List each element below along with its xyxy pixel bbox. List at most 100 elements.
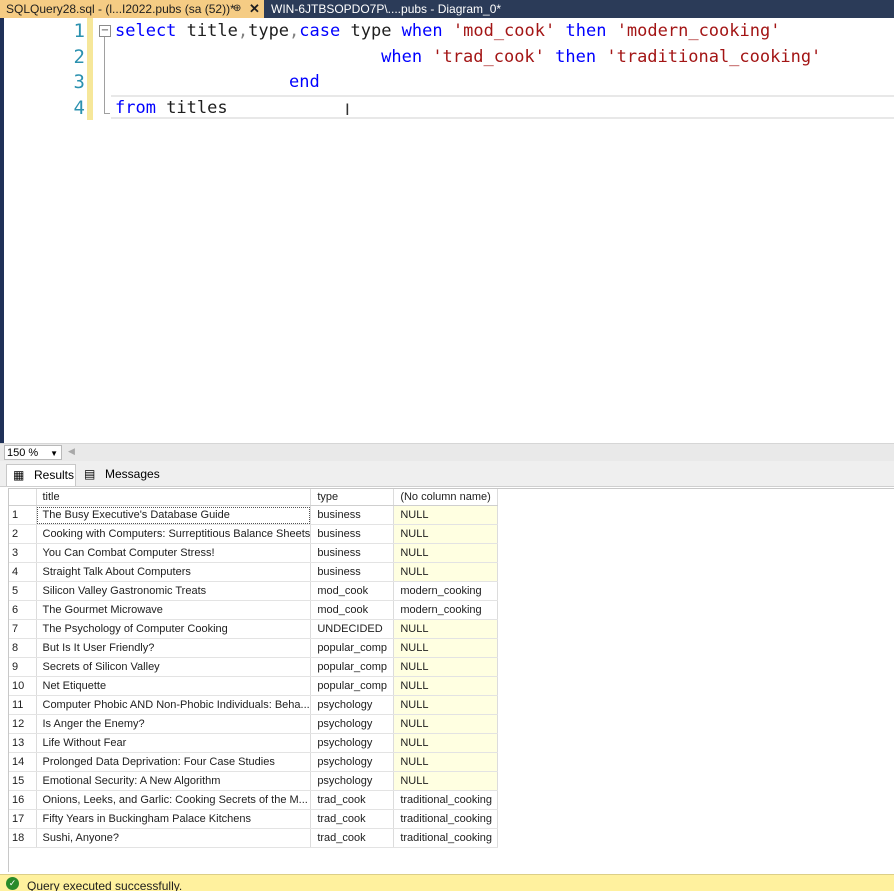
cell-type[interactable]: psychology	[310, 695, 395, 715]
collapse-icon[interactable]: −	[99, 25, 111, 37]
cell-title[interactable]: Silicon Valley Gastronomic Treats	[36, 581, 312, 601]
cell-type[interactable]: mod_cook	[310, 581, 395, 601]
cell-no-column-name[interactable]: NULL	[393, 524, 499, 544]
table-row[interactable]: 2 Cooking with Computers: Surreptitious B…	[8, 524, 499, 544]
table-row[interactable]: 10 Net Etiquette popular_comp NULL	[8, 676, 499, 696]
cell-title[interactable]: Computer Phobic AND Non-Phobic Individua…	[36, 695, 312, 715]
cell-title[interactable]: Cooking with Computers: Surreptitious Ba…	[36, 524, 312, 544]
cell-type[interactable]: business	[310, 543, 395, 563]
cell-type[interactable]: business	[310, 505, 395, 525]
cell-title[interactable]: Life Without Fear	[36, 733, 312, 753]
cell-no-column-name[interactable]: NULL	[393, 695, 499, 715]
cell-no-column-name[interactable]: NULL	[393, 505, 499, 525]
cell-no-column-name[interactable]: NULL	[393, 714, 499, 734]
tab-sqlquery28[interactable]: SQLQuery28.sql - (l...I2022.pubs (sa (52…	[0, 0, 264, 18]
cell-type[interactable]: psychology	[310, 752, 395, 772]
cell-type[interactable]: trad_cook	[310, 828, 395, 848]
table-row[interactable]: 4 Straight Talk About Computers business NU…	[8, 562, 499, 582]
table-row[interactable]: 9 Secrets of Silicon Valley popular_comp NU…	[8, 657, 499, 677]
cell-type[interactable]: popular_comp	[310, 657, 395, 677]
tab-messages[interactable]: ▤ Messages	[78, 464, 160, 485]
cell-title[interactable]: Sushi, Anyone?	[36, 828, 312, 848]
row-number[interactable]: 17	[8, 809, 37, 829]
row-number[interactable]: 9	[8, 657, 37, 677]
table-row[interactable]: 17 Fifty Years in Buckingham Palace Kitch…	[8, 809, 499, 829]
table-row[interactable]: 3 You Can Combat Computer Stress! business…	[8, 543, 499, 563]
table-row[interactable]: 8 But Is It User Friendly? popular_comp NUL…	[8, 638, 499, 658]
table-row[interactable]: 6 The Gourmet Microwave mod_cook modern_coo…	[8, 600, 499, 620]
table-row[interactable]: 15 Emotional Security: A New Algorithm psy…	[8, 771, 499, 791]
cell-no-column-name[interactable]: NULL	[393, 771, 499, 791]
cell-no-column-name[interactable]: NULL	[393, 619, 499, 639]
row-number[interactable]: 5	[8, 581, 37, 601]
row-number[interactable]: 1	[8, 505, 37, 525]
pin-icon[interactable]: ⊕	[233, 0, 241, 18]
cell-title[interactable]: Straight Talk About Computers	[36, 562, 312, 582]
cell-title[interactable]: The Gourmet Microwave	[36, 600, 312, 620]
row-number[interactable]: 15	[8, 771, 37, 791]
results-grid[interactable]: title type (No column name) 1 The Busy Ex…	[8, 488, 499, 848]
cell-title[interactable]: You Can Combat Computer Stress!	[36, 543, 312, 563]
row-number[interactable]: 10	[8, 676, 37, 696]
cell-type[interactable]: trad_cook	[310, 809, 395, 829]
cell-title[interactable]: Net Etiquette	[36, 676, 312, 696]
row-number[interactable]: 3	[8, 543, 37, 563]
cell-type[interactable]: business	[310, 524, 395, 544]
column-header-no-column-name[interactable]: (No column name)	[393, 488, 499, 506]
row-number[interactable]: 4	[8, 562, 37, 582]
cell-no-column-name[interactable]: traditional_cooking	[393, 828, 499, 848]
cell-type[interactable]: UNDECIDED	[310, 619, 395, 639]
row-number[interactable]: 18	[8, 828, 37, 848]
code-line-1[interactable]: select title,type,case type when 'mod_co…	[115, 21, 780, 41]
cell-title[interactable]: Fifty Years in Buckingham Palace Kitchen…	[36, 809, 312, 829]
cell-title[interactable]: Prolonged Data Deprivation: Four Case St…	[36, 752, 312, 772]
table-row[interactable]: 11 Computer Phobic AND Non-Phobic Individ…	[8, 695, 499, 715]
code-line-4[interactable]: from titles	[115, 98, 228, 118]
row-number[interactable]: 12	[8, 714, 37, 734]
code-line-2[interactable]: when 'trad_cook' then 'traditional_cooki…	[115, 47, 821, 67]
row-number[interactable]: 2	[8, 524, 37, 544]
cell-no-column-name[interactable]: NULL	[393, 657, 499, 677]
query-editor[interactable]: 1 2 3 4 − select title,type,case type wh…	[0, 18, 894, 443]
row-number[interactable]: 14	[8, 752, 37, 772]
close-icon[interactable]: ✕	[249, 0, 260, 18]
cell-type[interactable]: trad_cook	[310, 790, 395, 810]
cell-type[interactable]: popular_comp	[310, 676, 395, 696]
row-number[interactable]: 13	[8, 733, 37, 753]
scroll-left-icon[interactable]: ◀	[68, 446, 75, 457]
code-line-3[interactable]: end	[115, 72, 320, 92]
tab-diagram[interactable]: WIN-6JTBSOPDO7P\....pubs - Diagram_0*	[266, 0, 501, 18]
cell-type[interactable]: mod_cook	[310, 600, 395, 620]
table-row[interactable]: 5 Silicon Valley Gastronomic Treats mod_co…	[8, 581, 499, 601]
table-row[interactable]: 13 Life Without Fear psychology NULL	[8, 733, 499, 753]
table-row[interactable]: 12 Is Anger the Enemy? psychology NULL	[8, 714, 499, 734]
cell-title[interactable]: Emotional Security: A New Algorithm	[36, 771, 312, 791]
cell-no-column-name[interactable]: modern_cooking	[393, 600, 499, 620]
row-number[interactable]: 16	[8, 790, 37, 810]
table-row[interactable]: 16 Onions, Leeks, and Garlic: Cooking Sec…	[8, 790, 499, 810]
column-header-title[interactable]: title	[36, 488, 312, 506]
cell-title[interactable]: The Busy Executive's Database Guide	[36, 505, 312, 525]
cell-no-column-name[interactable]: NULL	[393, 676, 499, 696]
row-number[interactable]: 6	[8, 600, 37, 620]
cell-no-column-name[interactable]: modern_cooking	[393, 581, 499, 601]
cell-no-column-name[interactable]: traditional_cooking	[393, 790, 499, 810]
cell-type[interactable]: psychology	[310, 771, 395, 791]
cell-no-column-name[interactable]: NULL	[393, 733, 499, 753]
cell-title[interactable]: Secrets of Silicon Valley	[36, 657, 312, 677]
row-number[interactable]: 11	[8, 695, 37, 715]
table-row[interactable]: 18 Sushi, Anyone? trad_cook traditional_coo…	[8, 828, 499, 848]
cell-no-column-name[interactable]: NULL	[393, 638, 499, 658]
column-header-type[interactable]: type	[310, 488, 395, 506]
cell-type[interactable]: psychology	[310, 714, 395, 734]
column-header-rownum[interactable]	[8, 488, 37, 506]
table-row[interactable]: 14 Prolonged Data Deprivation: Four Case …	[8, 752, 499, 772]
cell-no-column-name[interactable]: NULL	[393, 543, 499, 563]
cell-type[interactable]: popular_comp	[310, 638, 395, 658]
row-number[interactable]: 8	[8, 638, 37, 658]
cell-title[interactable]: The Psychology of Computer Cooking	[36, 619, 312, 639]
table-row[interactable]: 1 The Busy Executive's Database Guide busi…	[8, 505, 499, 525]
cell-title[interactable]: But Is It User Friendly?	[36, 638, 312, 658]
cell-no-column-name[interactable]: NULL	[393, 562, 499, 582]
table-row[interactable]: 7 The Psychology of Computer Cooking UNDEC…	[8, 619, 499, 639]
